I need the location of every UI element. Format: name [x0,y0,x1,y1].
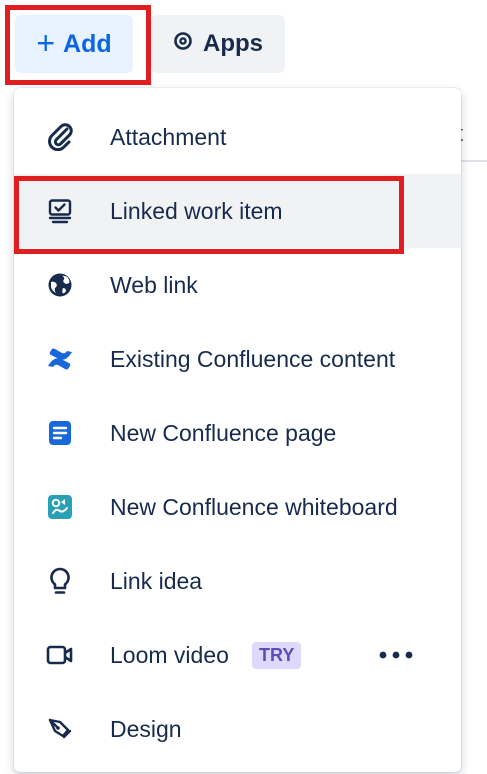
menu-item-loom-video[interactable]: Loom video TRY [14,618,461,692]
menu-item-label: Loom video [110,641,229,668]
globe-icon [46,271,74,299]
menu-item-link-idea[interactable]: Link idea [14,544,461,618]
add-button-label: Add [63,29,112,58]
menu-item-web-link[interactable]: Web link [14,248,461,322]
menu-item-label: New Confluence page [110,419,337,446]
menu-item-linked-work-item[interactable]: Linked work item [14,174,461,248]
menu-item-label: Web link [110,271,198,298]
linked-work-item-icon [46,197,74,225]
menu-item-new-confluence-whiteboard[interactable]: New Confluence whiteboard [14,470,461,544]
apps-icon [173,30,193,58]
paperclip-icon [46,123,74,151]
menu-item-label: Linked work item [110,197,283,224]
more-options-icon[interactable] [374,640,418,670]
menu-item-label: Link idea [110,567,203,594]
add-button[interactable]: + Add [15,15,133,73]
add-dropdown-menu: Attachment Linked work item Web link Exi… [14,88,461,772]
apps-button[interactable]: Apps [151,15,285,73]
menu-item-label: Design [110,715,182,742]
try-badge: TRY [252,641,302,669]
menu-item-design[interactable]: Design [14,692,461,766]
apps-button-label: Apps [203,30,263,57]
menu-item-label: New Confluence whiteboard [110,493,398,520]
menu-item-existing-confluence-content[interactable]: Existing Confluence content [14,322,461,396]
page: + Add Apps st Attachment [0,0,487,774]
menu-item-label: Attachment [110,123,227,150]
plus-icon: + [36,24,56,61]
lightbulb-icon [46,567,74,595]
confluence-page-icon [46,419,74,447]
video-camera-icon [46,641,74,669]
menu-item-new-confluence-page[interactable]: New Confluence page [14,396,461,470]
menu-item-attachment[interactable]: Attachment [14,100,461,174]
confluence-whiteboard-icon [46,493,74,521]
menu-item-label: Existing Confluence content [110,345,396,372]
confluence-logo-icon [46,345,74,373]
pen-tool-icon [46,715,74,743]
